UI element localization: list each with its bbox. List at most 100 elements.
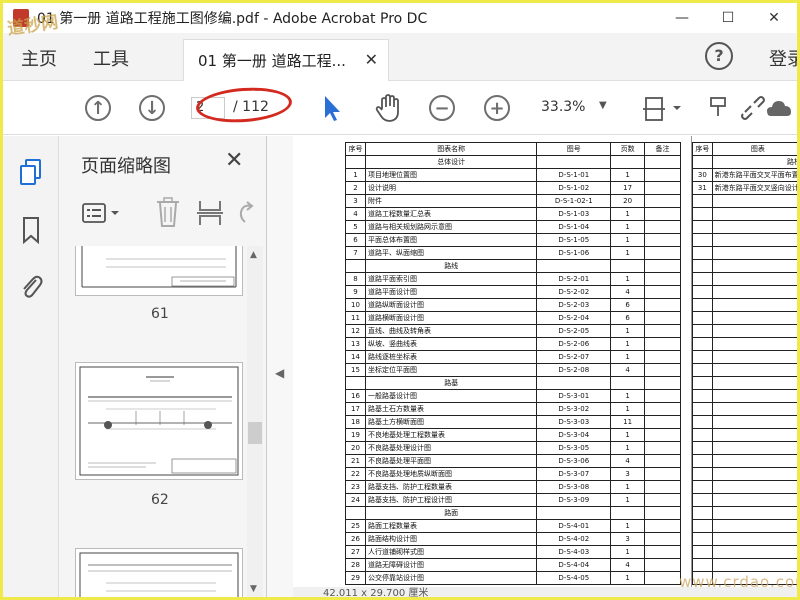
login-button[interactable]: 登录: [769, 45, 797, 71]
document-tab[interactable]: 01 第一册 道路工程... ✕: [183, 39, 389, 81]
section-cell-empty: [536, 259, 612, 273]
tools-menu[interactable]: 工具: [93, 45, 129, 71]
table-row: 5 道路与相关规划路网示意图 D-S-1-04 1: [345, 220, 681, 234]
row-remark: [644, 415, 681, 429]
row-remark: [644, 337, 681, 351]
next-page-icon[interactable]: ↓: [139, 95, 165, 121]
empty-cell: [692, 337, 713, 351]
row-code: D-S-2-05: [536, 324, 612, 338]
attachment-icon[interactable]: [17, 272, 45, 300]
bookmark-icon[interactable]: [17, 216, 45, 244]
delete-page-icon[interactable]: [153, 196, 183, 228]
cloud-sign-icon[interactable]: [767, 96, 797, 120]
table-row: 8 道路平面索引图 D-S-2-01 1: [345, 272, 681, 286]
empty-cell: [692, 311, 713, 325]
section-title: 总体设计: [364, 155, 538, 169]
empty-cell: [692, 480, 713, 494]
empty-cell: [711, 311, 797, 325]
row-name: 路基土方横断面图: [364, 415, 538, 429]
row-pages: 1: [610, 402, 646, 416]
row-remark: [644, 324, 681, 338]
empty-row: [692, 298, 797, 312]
section-cell-empty: [610, 155, 646, 169]
row-number: 26: [345, 532, 366, 546]
help-icon[interactable]: ?: [705, 42, 733, 70]
link-icon[interactable]: [739, 94, 767, 122]
section-cell-empty: [536, 376, 612, 390]
stamp-icon[interactable]: [709, 94, 729, 122]
panel-close-icon[interactable]: ✕: [225, 148, 243, 173]
section-cell-empty: [692, 155, 713, 169]
thumbnail-label-62: 62: [151, 492, 169, 508]
row-number: 6: [345, 233, 366, 247]
row-remark: [644, 428, 681, 442]
empty-cell: [692, 441, 713, 455]
row-remark: [644, 519, 681, 533]
thumbnail-page-62[interactable]: [75, 362, 243, 480]
zoom-out-icon[interactable]: −: [429, 95, 455, 121]
page-fit-icon[interactable]: [643, 92, 683, 124]
collapse-panel-icon[interactable]: ◀: [275, 366, 284, 380]
page-thumbnails-icon[interactable]: [17, 158, 45, 186]
empty-cell: [711, 506, 797, 520]
section-cell-empty: [644, 376, 681, 390]
empty-row: [692, 272, 797, 286]
table-row: 1 项目地理位置图 D-S-1-01 1: [345, 168, 681, 182]
document-tab-close-icon[interactable]: ✕: [365, 50, 378, 69]
maximize-button[interactable]: ☐: [705, 3, 751, 33]
empty-cell: [692, 454, 713, 468]
thumbnail-options-icon[interactable]: [81, 200, 125, 226]
row-pages: 1: [610, 350, 646, 364]
row-code: D-S-4-04: [536, 558, 612, 572]
panel-toolbar: [59, 194, 266, 234]
panel-splitter[interactable]: ◀: [267, 136, 293, 597]
section-cell-empty: [345, 376, 366, 390]
document-viewer[interactable]: 序号 图表名称 图号 页数 备注 总体设计 1 项目地理位置图 D-S-1-01 1 2 设…: [293, 136, 797, 597]
empty-row: [692, 233, 797, 247]
thumbnail-scrollbar[interactable]: ▲ ▼: [247, 246, 263, 597]
scroll-up-icon[interactable]: ▲: [250, 250, 257, 260]
row-name: 平面总体布置图: [364, 233, 538, 247]
empty-cell: [692, 493, 713, 507]
close-window-button[interactable]: ✕: [751, 3, 797, 33]
empty-cell: [692, 363, 713, 377]
hand-tool-icon[interactable]: [373, 93, 403, 123]
empty-cell: [711, 233, 797, 247]
home-menu[interactable]: 主页: [21, 45, 57, 71]
section-cell-empty: [610, 376, 646, 390]
rotate-page-icon[interactable]: [235, 200, 255, 226]
scroll-down-icon[interactable]: ▼: [250, 584, 257, 594]
table-body: 总体设计 1 项目地理位置图 D-S-1-01 1 2 设计说明 D-S-1-02 17 3 附件 D…: [345, 155, 681, 585]
extract-page-icon[interactable]: [197, 198, 223, 228]
zoom-level[interactable]: 33.3%: [541, 99, 585, 115]
empty-cell: [711, 324, 797, 338]
row-name: 坐标定位平面图: [364, 363, 538, 377]
row-code: D-S-2-01: [536, 272, 612, 286]
row-code: D-S-2-03: [536, 298, 612, 312]
zoom-in-icon[interactable]: +: [484, 95, 510, 121]
table-header-row: 序号 图表: [692, 142, 797, 156]
row-pages: 4: [610, 285, 646, 299]
section-cell-empty: [345, 506, 366, 520]
empty-cell: [711, 480, 797, 494]
thumbnail-label-61: 61: [151, 306, 169, 322]
empty-row: [692, 220, 797, 234]
empty-cell: [692, 350, 713, 364]
row-pages: 3: [610, 532, 646, 546]
zoom-dropdown-icon[interactable]: ▼: [599, 100, 607, 111]
row-pages: 1: [610, 493, 646, 507]
row-name: 新港东路平面交叉竖向设计: [711, 181, 797, 195]
thumbnail-page-61[interactable]: [75, 246, 243, 296]
main-toolbar: ↑ ↓ 2 / 112 − + 33.3% ▼: [3, 82, 797, 135]
row-name: 路基土石方数量表: [364, 402, 538, 416]
row-pages: 20: [610, 194, 646, 208]
table-row: 21 不良路基处理平面图 D-S-3-06 4: [345, 454, 681, 468]
row-name: 公交停靠站设计图: [364, 571, 538, 585]
empty-row: [692, 441, 797, 455]
previous-page-icon[interactable]: ↑: [85, 95, 111, 121]
thumbnail-page-63[interactable]: [75, 548, 243, 597]
select-arrow-icon[interactable]: [321, 94, 343, 122]
scrollbar-thumb[interactable]: [248, 422, 262, 444]
minimize-button[interactable]: —: [659, 3, 705, 33]
row-pages: 11: [610, 415, 646, 429]
